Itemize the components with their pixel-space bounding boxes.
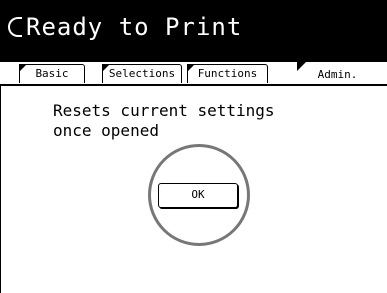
tab-functions[interactable]: Functions <box>187 64 268 83</box>
tab-notch <box>187 64 195 72</box>
tab-basic[interactable]: Basic <box>19 64 85 83</box>
partial-circle-icon <box>8 17 22 37</box>
dialog-message: Resets current settings once opened <box>53 101 275 140</box>
tab-label: Basic <box>35 67 69 80</box>
tab-notch <box>297 61 307 71</box>
status-indicator: Ready to Print <box>8 10 242 44</box>
status-text: Ready to Print <box>26 13 243 41</box>
tab-label: Functions <box>197 67 258 80</box>
header-bar: Ready to Print <box>0 0 387 62</box>
tab-label: Selections <box>108 67 176 80</box>
tab-label: Admin. <box>317 68 358 81</box>
tab-notch <box>19 64 27 72</box>
ok-button[interactable]: OK <box>158 183 238 208</box>
tab-selections[interactable]: Selections <box>102 64 182 83</box>
tab-admin[interactable]: Admin. <box>297 61 377 86</box>
tab-notch <box>102 64 110 72</box>
